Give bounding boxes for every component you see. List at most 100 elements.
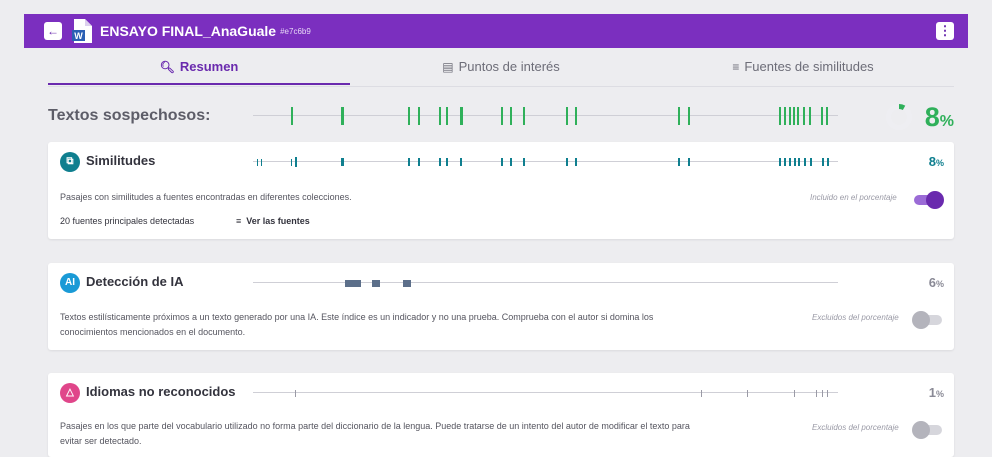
- timeline-marker[interactable]: [793, 107, 795, 125]
- percentage-donut: [886, 104, 912, 130]
- timeline-marker[interactable]: [789, 158, 791, 166]
- tab-bar: 🔍︎ Resumen ▤ Puntos de interés ≡ Fuentes de…: [48, 52, 954, 87]
- ia-description-line-1: Textos estilísticamente próximos a un te…: [60, 312, 654, 322]
- languages-toggle[interactable]: [912, 421, 942, 439]
- timeline-marker[interactable]: [341, 107, 344, 125]
- timeline-marker[interactable]: [446, 158, 448, 166]
- timeline-marker[interactable]: [809, 107, 811, 125]
- toggle-knob: [912, 311, 930, 329]
- document-title-text: ENSAYO FINAL_AnaGuale: [100, 23, 277, 39]
- timeline-marker[interactable]: [418, 158, 420, 166]
- timeline-marker[interactable]: [439, 158, 441, 166]
- timeline-marker[interactable]: [295, 389, 296, 397]
- ia-detection-card: AI Detección de IA 6% Textos estilística…: [48, 263, 954, 350]
- timeline-marker[interactable]: [510, 107, 512, 125]
- timeline-marker[interactable]: [794, 389, 795, 397]
- languages-description-line-2: evitar ser detectado.: [60, 436, 142, 446]
- timeline-marker[interactable]: [261, 158, 262, 166]
- similitudes-toggle[interactable]: [914, 191, 944, 209]
- timeline-marker[interactable]: [418, 107, 420, 125]
- timeline-marker[interactable]: [827, 389, 828, 397]
- timeline-marker[interactable]: [523, 158, 525, 166]
- similitudes-percentage-value: 8: [928, 154, 936, 169]
- toggle-knob: [926, 191, 944, 209]
- timeline-marker[interactable]: [784, 158, 786, 166]
- tab-puntos-label: Puntos de interés: [458, 59, 560, 74]
- timeline-marker[interactable]: [784, 107, 786, 125]
- timeline-marker[interactable]: [566, 158, 568, 166]
- timeline-marker[interactable]: [798, 158, 800, 166]
- timeline-marker[interactable]: [804, 158, 806, 166]
- timeline-marker[interactable]: [678, 107, 680, 125]
- timeline-marker[interactable]: [678, 158, 680, 166]
- timeline-marker[interactable]: [789, 107, 791, 125]
- ia-timeline[interactable]: [253, 273, 838, 293]
- timeline-marker[interactable]: [822, 158, 824, 166]
- timeline-marker[interactable]: [439, 107, 441, 125]
- list-icon: ≡: [732, 60, 740, 74]
- timeline-marker[interactable]: [291, 107, 293, 125]
- timeline-marker[interactable]: [688, 107, 690, 125]
- timeline-marker[interactable]: [501, 107, 503, 125]
- ia-toggle[interactable]: [912, 311, 942, 329]
- kebab-menu-icon[interactable]: ⋮: [936, 22, 954, 40]
- tab-resumen[interactable]: 🔍︎ Resumen: [48, 52, 350, 85]
- timeline-marker[interactable]: [291, 158, 292, 166]
- similitudes-timeline[interactable]: [253, 152, 838, 172]
- ia-percentage-sign: %: [935, 279, 944, 289]
- languages-description-line-1: Pasajes en los que parte del vocabulario…: [60, 421, 690, 431]
- timeline-marker[interactable]: [827, 158, 829, 166]
- timeline-marker[interactable]: [510, 158, 512, 166]
- timeline-marker[interactable]: [501, 158, 503, 166]
- timeline-marker[interactable]: [821, 107, 823, 125]
- timeline-marker[interactable]: [575, 158, 577, 166]
- view-sources-link[interactable]: ≡ Ver las fuentes: [236, 214, 310, 228]
- timeline-marker[interactable]: [408, 158, 410, 166]
- tab-resumen-label: Resumen: [179, 59, 239, 74]
- toggle-knob: [912, 421, 930, 439]
- timeline-marker[interactable]: [816, 389, 817, 397]
- timeline-marker[interactable]: [460, 158, 462, 166]
- timeline-marker[interactable]: [826, 107, 828, 125]
- tab-fuentes-de-similitudes[interactable]: ≡ Fuentes de similitudes: [652, 52, 954, 85]
- timeline-marker[interactable]: [701, 389, 702, 397]
- copy-icon: ⧉: [60, 152, 80, 172]
- timeline-marker[interactable]: [794, 158, 796, 166]
- warning-icon: △: [60, 383, 80, 403]
- timeline-marker[interactable]: [797, 107, 799, 125]
- languages-percentage: 1%: [929, 385, 944, 400]
- timeline-line: [253, 282, 838, 283]
- timeline-marker[interactable]: [779, 158, 781, 166]
- view-sources-label: Ver las fuentes: [246, 216, 310, 226]
- tab-puntos-de-interes[interactable]: ▤ Puntos de interés: [350, 52, 652, 85]
- languages-timeline[interactable]: [253, 383, 838, 403]
- timeline-marker[interactable]: [372, 279, 380, 287]
- timeline-marker[interactable]: [446, 107, 448, 125]
- timeline-marker[interactable]: [523, 107, 525, 125]
- suspicious-timeline[interactable]: [253, 106, 838, 126]
- timeline-marker[interactable]: [810, 158, 812, 166]
- svg-text:W: W: [74, 31, 83, 41]
- languages-toggle-label: Excluidos del porcentaje: [812, 423, 899, 432]
- document-list-icon: ▤: [442, 60, 454, 74]
- timeline-marker[interactable]: [822, 389, 823, 397]
- timeline-marker[interactable]: [295, 157, 297, 167]
- timeline-marker[interactable]: [575, 107, 577, 125]
- timeline-marker[interactable]: [747, 389, 748, 397]
- ia-detection-title: Detección de IA: [86, 274, 184, 289]
- timeline-marker[interactable]: [803, 107, 805, 125]
- timeline-marker[interactable]: [403, 279, 411, 287]
- suspicious-percentage: 8%: [925, 102, 954, 137]
- document-title: ENSAYO FINAL_AnaGuale #e7c6b9: [100, 22, 311, 41]
- languages-percentage-sign: %: [935, 389, 944, 399]
- timeline-marker[interactable]: [345, 279, 361, 287]
- timeline-marker[interactable]: [257, 158, 258, 166]
- document-id: #e7c6b9: [280, 27, 311, 37]
- timeline-marker[interactable]: [460, 107, 463, 125]
- timeline-marker[interactable]: [566, 107, 568, 125]
- timeline-marker[interactable]: [341, 158, 344, 166]
- timeline-marker[interactable]: [779, 107, 781, 125]
- timeline-marker[interactable]: [408, 107, 410, 125]
- arrow-left-icon[interactable]: ←: [44, 22, 62, 40]
- timeline-marker[interactable]: [688, 158, 690, 166]
